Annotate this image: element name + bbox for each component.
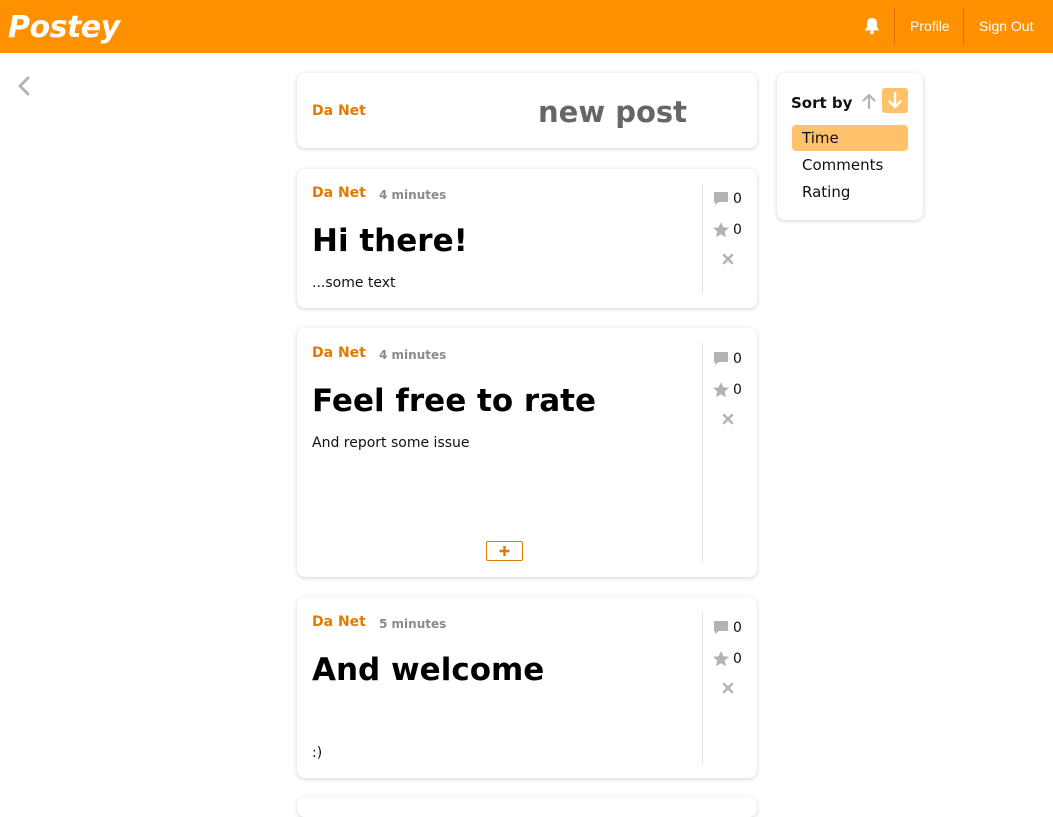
plus-icon — [499, 546, 510, 556]
post-title[interactable]: And welcome — [312, 652, 544, 688]
post-body: ...some text — [312, 275, 396, 291]
star-icon — [713, 651, 729, 667]
new-post-card[interactable]: Da Net new post — [297, 73, 757, 148]
top-bar: Postey Profile Sign Out — [0, 0, 1053, 53]
comment-count[interactable]: 0 — [712, 349, 742, 369]
post-card: Da Net 4 minutes Feel free to rate And r… — [297, 328, 757, 577]
post-divider — [702, 184, 703, 294]
new-post-button[interactable]: new post — [538, 95, 687, 129]
post-author[interactable]: Da Net — [312, 185, 366, 201]
rating-count-value: 0 — [733, 382, 742, 398]
post-card: Da Net 4 minutes Hi there! ...some text … — [297, 169, 757, 308]
sign-out-link[interactable]: Sign Out — [979, 18, 1033, 34]
post-time: 5 minutes — [379, 617, 447, 631]
post-body: :) — [312, 745, 323, 761]
post-title[interactable]: Feel free to rate — [312, 383, 596, 419]
chevron-left-icon[interactable] — [14, 74, 34, 98]
star-icon — [713, 222, 729, 238]
star-icon — [713, 382, 729, 398]
author-name[interactable]: Da Net — [312, 103, 366, 119]
post-title[interactable]: Hi there! — [312, 223, 468, 259]
close-icon[interactable] — [721, 251, 735, 265]
comment-count-value: 0 — [733, 351, 742, 367]
sort-option-comments[interactable]: Comments — [792, 152, 908, 178]
comment-count-value: 0 — [733, 620, 742, 636]
nav-divider — [894, 8, 895, 45]
expand-button[interactable] — [486, 541, 523, 561]
brand-logo[interactable]: Postey — [8, 10, 120, 45]
rating-count-value: 0 — [733, 651, 742, 667]
profile-link[interactable]: Profile — [910, 18, 950, 34]
sort-label: Sort by — [791, 94, 853, 112]
comment-icon — [714, 621, 728, 634]
rating-count[interactable]: 0 — [712, 649, 742, 669]
arrow-up-icon[interactable] — [860, 91, 878, 111]
rating-count[interactable]: 0 — [712, 220, 742, 240]
comment-count[interactable]: 0 — [712, 618, 742, 638]
post-time: 4 minutes — [379, 348, 447, 362]
bell-icon[interactable] — [862, 16, 882, 36]
post-card: Da Net 5 minutes And welcome :) 0 0 — [297, 597, 757, 778]
post-divider — [702, 343, 703, 562]
comment-icon — [714, 352, 728, 365]
sort-option-time[interactable]: Time — [792, 125, 908, 151]
post-body: And report some issue — [312, 435, 470, 451]
post-divider — [702, 612, 703, 764]
close-icon[interactable] — [721, 411, 735, 425]
post-time: 4 minutes — [379, 188, 447, 202]
nav-divider — [963, 8, 964, 45]
post-author[interactable]: Da Net — [312, 614, 366, 630]
comment-icon — [714, 192, 728, 205]
arrow-down-icon[interactable] — [882, 88, 908, 113]
post-author[interactable]: Da Net — [312, 345, 366, 361]
close-icon[interactable] — [721, 680, 735, 694]
rating-count-value: 0 — [733, 222, 742, 238]
sort-panel: Sort by Time Comments Rating — [777, 73, 923, 220]
comment-count[interactable]: 0 — [712, 189, 742, 209]
sort-option-rating[interactable]: Rating — [792, 179, 908, 205]
rating-count[interactable]: 0 — [712, 380, 742, 400]
comment-count-value: 0 — [733, 191, 742, 207]
post-card — [297, 797, 757, 817]
